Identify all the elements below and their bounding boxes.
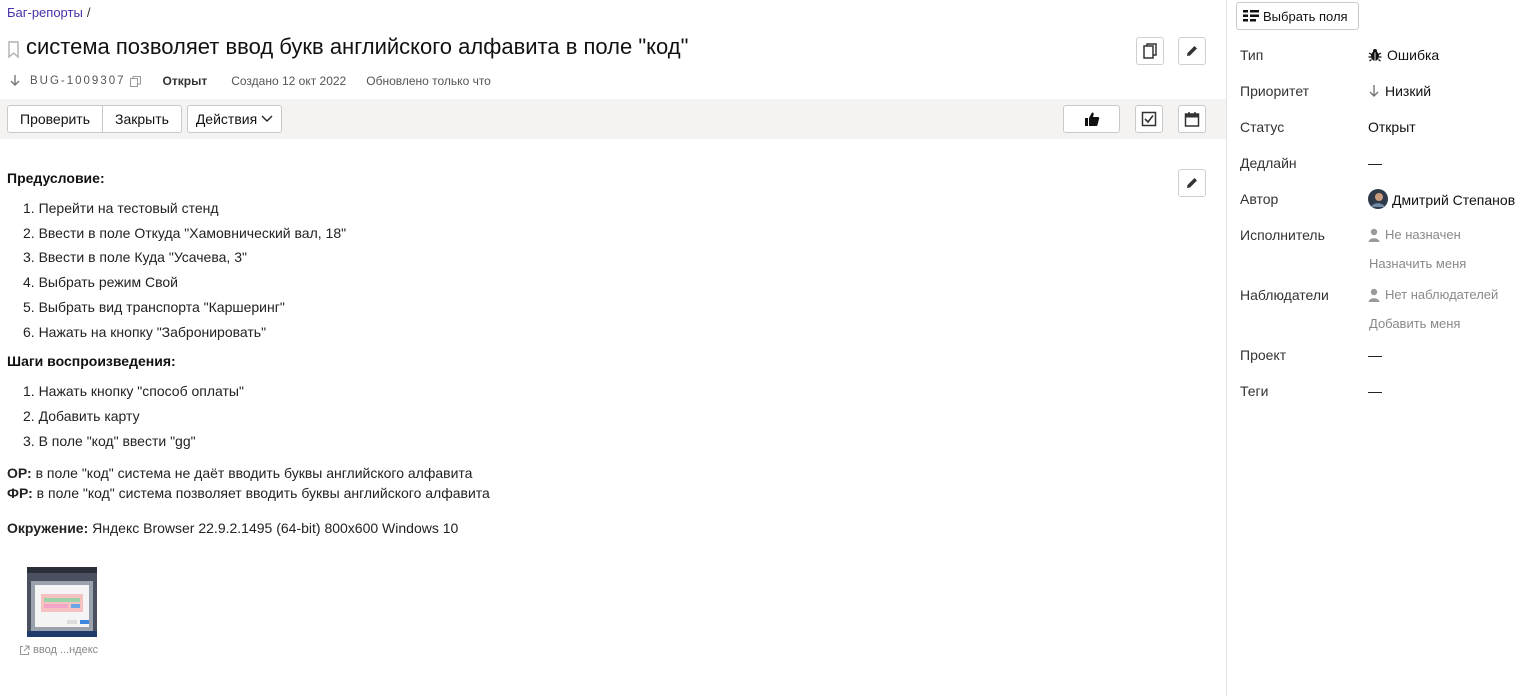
actual-text: в поле "код" система позволяет вводить б… [32, 485, 490, 502]
choose-fields-button[interactable]: Выбрать поля [1236, 2, 1359, 30]
chevron-down-icon [261, 115, 273, 122]
field-label-deadline: Дедлайн [1240, 155, 1297, 171]
issue-key[interactable]: BUG-1009307 [30, 75, 126, 87]
close-button[interactable]: Закрыть [102, 106, 181, 132]
field-label-status: Статус [1240, 119, 1285, 135]
external-link-icon [19, 644, 30, 655]
calendar-icon [1184, 112, 1200, 127]
actual-label: ФР: [7, 485, 33, 502]
actual-result: ФР: в поле "код" система позволяет вводи… [7, 483, 1157, 503]
steps-list: 1. Нажать кнопку "способ оплаты" 2. Доба… [23, 379, 1157, 453]
edit-description-button[interactable] [1178, 169, 1206, 197]
field-value-author[interactable]: Дмитрий Степанов [1368, 189, 1515, 209]
watchers-value: Нет наблюдателей [1385, 287, 1499, 302]
add-me-link[interactable]: Добавить меня [1369, 316, 1460, 331]
field-label-priority: Приоритет [1240, 83, 1310, 99]
issue-meta: BUG-1009307 Открыт Создано 12 окт 2022 О… [10, 74, 491, 88]
pencil-icon [1187, 46, 1197, 56]
field-label-watchers: Наблюдатели [1240, 287, 1329, 303]
check-button[interactable]: Проверить [8, 106, 102, 132]
actions-dropdown[interactable]: Действия [187, 105, 282, 133]
pencil-icon [1187, 178, 1197, 188]
environment: Окружение: Яндекс Browser 22.9.2.1495 (6… [7, 518, 1157, 538]
copy-icon[interactable] [129, 75, 141, 87]
arrow-down-icon [1368, 84, 1380, 98]
edit-title-button[interactable] [1178, 37, 1206, 65]
assignee-value: Не назначен [1385, 227, 1461, 242]
precondition-heading: Предусловие: [7, 170, 105, 186]
title-row: система позволяет ввод букв английского … [7, 34, 688, 60]
person-icon [1368, 228, 1380, 242]
arrow-down-icon [10, 75, 20, 86]
like-button[interactable] [1063, 105, 1120, 133]
list-item: 3. Ввести в поле Куда "Усачева, 3" [23, 249, 247, 266]
choose-fields-label: Выбрать поля [1263, 8, 1348, 24]
issue-sidebar: Выбрать поля Тип Ошибка Приоритет Низкий… [1226, 0, 1530, 696]
field-value-tags[interactable]: — [1368, 383, 1382, 399]
field-value-type[interactable]: Ошибка [1368, 47, 1439, 63]
thumbs-up-icon [1084, 112, 1099, 126]
environment-text: Яндекс Browser 22.9.2.1495 (64-bit) 800x… [88, 520, 459, 537]
issue-description: Предусловие: 1. Перейти на тестовый стен… [7, 170, 1157, 538]
clone-button[interactable] [1136, 37, 1164, 65]
issue-main: Баг-репорты / система позволяет ввод букв… [0, 0, 1226, 696]
checklist-button[interactable] [1135, 105, 1163, 133]
list-item: 2. Ввести в поле Откуда "Хамовнический в… [23, 224, 347, 241]
attachment-thumbnail[interactable] [27, 567, 97, 637]
created-date: Создано 12 окт 2022 [231, 74, 347, 88]
list-item: 4. Выбрать режим Свой [23, 274, 178, 291]
bug-icon [1368, 48, 1382, 62]
calendar-button[interactable] [1178, 105, 1206, 133]
field-label-tags: Теги [1240, 383, 1269, 399]
field-label-project: Проект [1240, 347, 1287, 363]
expected-label: ОР: [7, 465, 32, 482]
action-toolbar: Проверить Закрыть Действия [0, 99, 1226, 139]
updated-date: Обновлено только что [366, 74, 491, 88]
list-item: 3. В поле "код" ввести "gg" [23, 432, 196, 449]
breadcrumb-separator: / [86, 5, 91, 20]
actions-label: Действия [195, 111, 258, 127]
field-value-assignee[interactable]: Не назначен [1368, 227, 1461, 242]
breadcrumb: Баг-репорты / [7, 5, 90, 20]
breadcrumb-link[interactable]: Баг-репорты [7, 5, 83, 20]
list-item: 1. Перейти на тестовый стенд [23, 200, 219, 216]
page-title: система позволяет ввод букв английского … [26, 34, 689, 59]
screenshot-preview [27, 567, 97, 637]
priority-value: Низкий [1385, 83, 1432, 99]
author-value: Дмитрий Степанов [1392, 191, 1516, 208]
type-value: Ошибка [1387, 47, 1440, 63]
avatar [1368, 189, 1388, 209]
clone-icon [1143, 43, 1157, 59]
steps-heading: Шаги воспроизведения: [7, 353, 176, 370]
person-icon [1368, 288, 1380, 302]
field-value-deadline[interactable]: — [1368, 155, 1382, 171]
list-item: 2. Добавить карту [23, 407, 140, 424]
list-item: 5. Выбрать вид транспорта "Каршеринг" [23, 298, 285, 315]
expected-text: в поле "код" система не даёт вводить бук… [31, 465, 473, 482]
field-value-watchers[interactable]: Нет наблюдателей [1368, 287, 1498, 302]
field-value-project[interactable]: — [1368, 347, 1382, 363]
columns-icon [1243, 10, 1259, 22]
attachment-link[interactable]: ввод ...ндекс [19, 644, 98, 656]
environment-label: Окружение: [7, 520, 89, 537]
field-label-type: Тип [1240, 47, 1264, 63]
assign-me-link[interactable]: Назначить меня [1369, 256, 1466, 271]
list-item: 1. Нажать кнопку "способ оплаты" [23, 383, 244, 400]
expected-result: ОР: в поле "код" система не даёт вводить… [7, 463, 1157, 483]
status-badge[interactable]: Открыт [163, 74, 208, 88]
field-value-priority[interactable]: Низкий [1368, 83, 1431, 99]
bookmark-icon[interactable] [7, 41, 20, 59]
field-label-assignee: Исполнитель [1240, 227, 1325, 243]
field-value-status[interactable]: Открыт [1368, 119, 1416, 135]
attachment-caption: ввод ...ндекс [33, 644, 99, 656]
list-item: 6. Нажать на кнопку "Забронировать" [23, 323, 267, 340]
checkbox-icon [1141, 111, 1157, 127]
field-label-author: Автор [1240, 191, 1279, 207]
precondition-list: 1. Перейти на тестовый стенд 2. Ввести в… [23, 196, 1157, 344]
transition-button-group: Проверить Закрыть [7, 105, 182, 133]
